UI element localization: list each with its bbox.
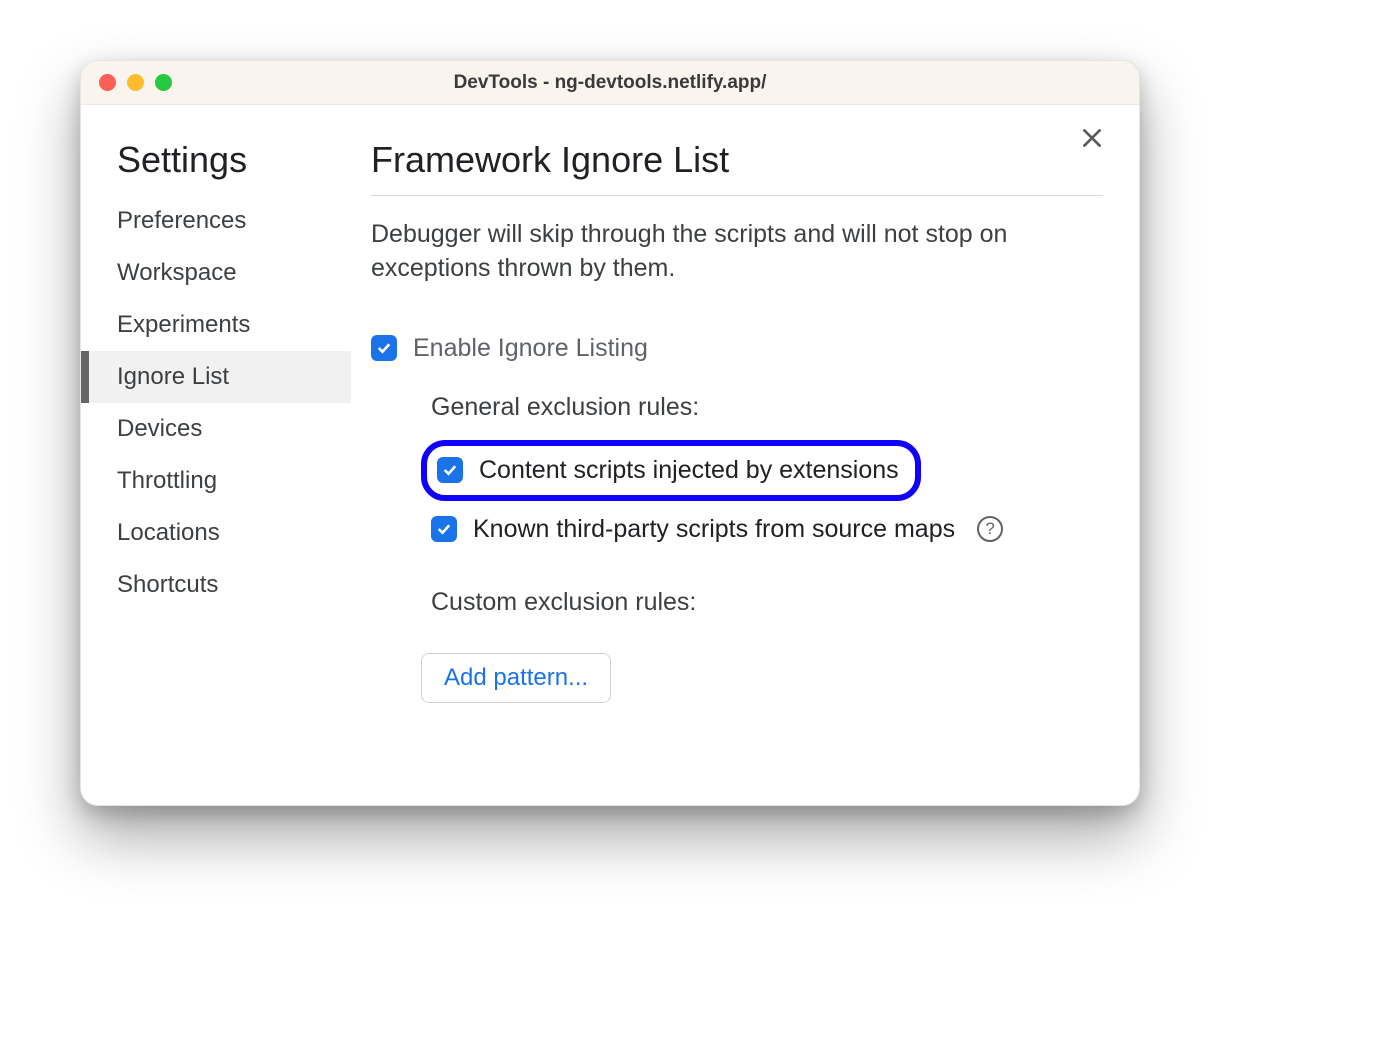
close-icon[interactable] — [1079, 125, 1105, 156]
add-pattern-button[interactable]: Add pattern... — [421, 653, 611, 703]
main-panel: Framework Ignore List Debugger will skip… — [351, 139, 1139, 745]
sidebar-item-ignore-list[interactable]: Ignore List — [81, 351, 351, 403]
page-title: Framework Ignore List — [371, 139, 1103, 196]
sidebar-item-locations[interactable]: Locations — [81, 507, 351, 559]
general-rules-heading: General exclusion rules: — [431, 393, 1103, 422]
enable-ignore-listing-checkbox[interactable] — [371, 335, 397, 361]
sidebar-item-devices[interactable]: Devices — [81, 403, 351, 455]
sidebar-item-label: Throttling — [117, 467, 217, 494]
window-title: DevTools - ng-devtools.netlify.app/ — [81, 72, 1139, 94]
sidebar-item-label: Ignore List — [117, 363, 229, 390]
third-party-row: Known third-party scripts from source ma… — [431, 515, 1103, 544]
sidebar-item-workspace[interactable]: Workspace — [81, 247, 351, 299]
custom-rules-section: Custom exclusion rules: Add pattern... — [371, 588, 1103, 703]
third-party-checkbox[interactable] — [431, 516, 457, 542]
sidebar-title: Settings — [81, 139, 351, 195]
settings-window: DevTools - ng-devtools.netlify.app/ Sett… — [80, 60, 1140, 806]
sidebar-item-experiments[interactable]: Experiments — [81, 299, 351, 351]
content-area: Settings Preferences Workspace Experimen… — [81, 105, 1139, 805]
enable-ignore-listing-label: Enable Ignore Listing — [413, 334, 648, 363]
window-close-button[interactable] — [99, 74, 116, 91]
sidebar-item-label: Experiments — [117, 311, 250, 338]
content-scripts-highlight: Content scripts injected by extensions — [421, 440, 921, 501]
sidebar-item-throttling[interactable]: Throttling — [81, 455, 351, 507]
sidebar-item-label: Devices — [117, 415, 202, 442]
sidebar-item-label: Shortcuts — [117, 571, 218, 598]
sidebar-item-label: Preferences — [117, 207, 246, 234]
third-party-label: Known third-party scripts from source ma… — [473, 515, 955, 544]
content-scripts-label: Content scripts injected by extensions — [479, 456, 899, 485]
page-description: Debugger will skip through the scripts a… — [371, 218, 1091, 286]
custom-rules-heading: Custom exclusion rules: — [431, 588, 1103, 617]
help-icon[interactable]: ? — [977, 516, 1003, 542]
sidebar-item-label: Locations — [117, 519, 220, 546]
traffic-lights — [99, 74, 172, 91]
content-scripts-checkbox[interactable] — [437, 457, 463, 483]
window-zoom-button[interactable] — [155, 74, 172, 91]
sidebar-item-shortcuts[interactable]: Shortcuts — [81, 559, 351, 611]
sidebar-item-preferences[interactable]: Preferences — [81, 195, 351, 247]
sidebar-item-label: Workspace — [117, 259, 237, 286]
sidebar: Settings Preferences Workspace Experimen… — [81, 139, 351, 745]
enable-ignore-listing-row: Enable Ignore Listing — [371, 334, 1103, 363]
window-minimize-button[interactable] — [127, 74, 144, 91]
titlebar: DevTools - ng-devtools.netlify.app/ — [81, 61, 1139, 105]
